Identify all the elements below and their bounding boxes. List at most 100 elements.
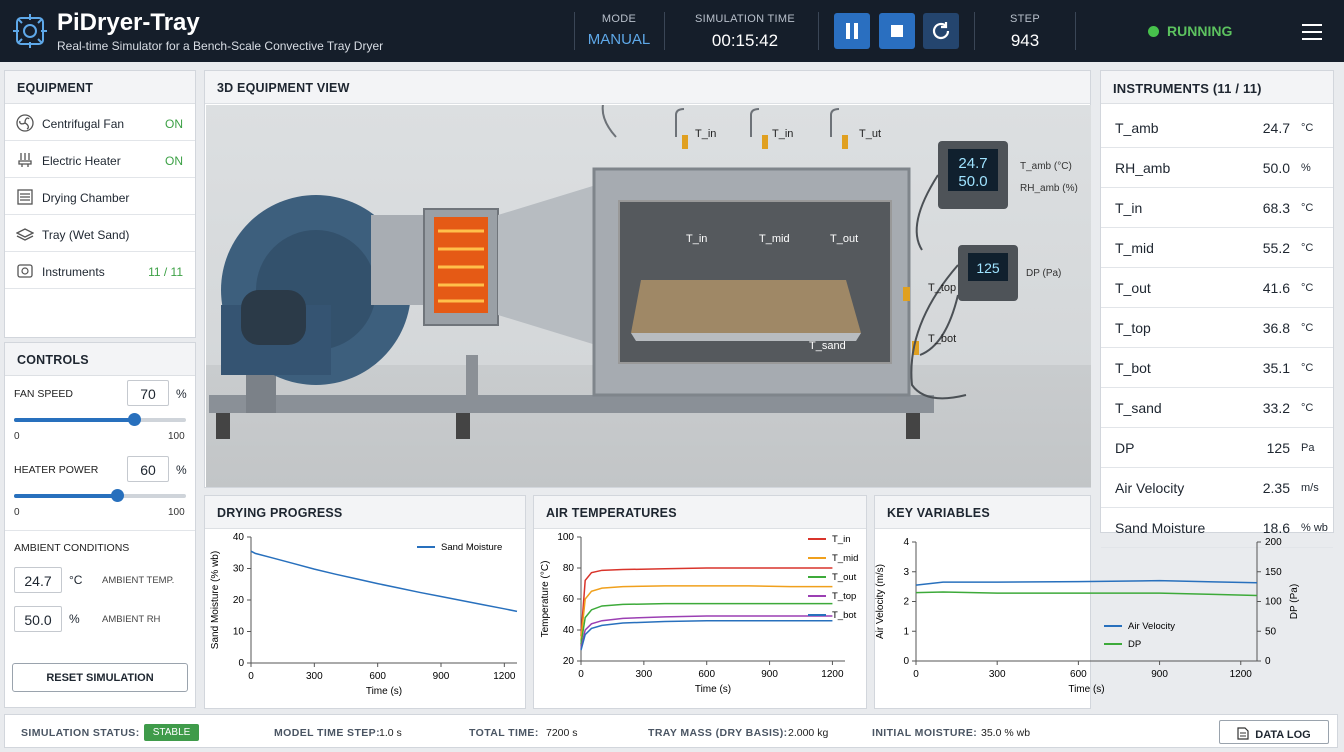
air-temperatures-title: AIR TEMPERATURES [534, 496, 866, 529]
svg-text:T_mid: T_mid [759, 233, 790, 245]
restart-button[interactable] [923, 13, 959, 49]
legend-label: T_top [832, 591, 856, 602]
display-top-value: 24.7 [958, 155, 987, 172]
x-tick-label: 900 [433, 671, 450, 682]
series-line-t-in [580, 567, 833, 637]
fan-speed-input[interactable]: 70 [127, 380, 169, 406]
instrument-unit: °C [1301, 202, 1314, 214]
x-axis-label: Time (s) [366, 686, 402, 697]
stop-icon [891, 25, 903, 37]
menu-button[interactable] [1302, 24, 1322, 40]
ambient-temp-input[interactable]: 24.7 [14, 567, 62, 593]
instrument-name: Air Velocity [1115, 480, 1185, 496]
fan-speed-slider[interactable] [14, 413, 186, 426]
controls-panel: CONTROLS FAN SPEED 70 % 0 100 HEATER POW… [4, 342, 196, 708]
y-axis-label: Air Velocity (m/s) [875, 564, 886, 639]
svg-text:RH_amb (%): RH_amb (%) [1020, 183, 1078, 194]
fan-speed-handle[interactable] [128, 413, 142, 426]
chamber-icon [17, 189, 33, 205]
app-title: PiDryer-Tray [57, 9, 200, 36]
equipment-view-title: 3D EQUIPMENT VIEW [205, 71, 1090, 104]
y2-tick-label: 100 [1265, 597, 1282, 608]
y-tick-label: 40 [563, 625, 575, 636]
y-tick-label: 20 [563, 656, 575, 667]
instrument-row: T_amb 24.7 °C [1101, 108, 1333, 148]
instrument-value: 35.1 [1262, 360, 1290, 376]
mode-indicator[interactable]: MODE MANUAL [580, 0, 658, 62]
y-tick-label: 40 [233, 532, 245, 543]
svg-text:DP (Pa): DP (Pa) [1026, 268, 1061, 279]
app-logo-icon [13, 14, 47, 48]
x-axis-label: Time (s) [1068, 684, 1104, 695]
heater-power-handle[interactable] [111, 489, 125, 502]
equipment-item-chamber[interactable]: Drying Chamber [5, 178, 195, 215]
instruments-icon [17, 264, 33, 278]
y-tick-label: 3 [903, 567, 909, 578]
legend-label: DP [1128, 639, 1141, 650]
simulation-time: SIMULATION TIME 00:15:42 [694, 13, 796, 50]
instruments-title: INSTRUMENTS (11 / 11) [1101, 71, 1333, 104]
x-tick-label: 600 [698, 669, 715, 680]
instrument-name: T_mid [1115, 240, 1154, 256]
legend-label: Sand Moisture [441, 542, 502, 553]
equipment-item-fan[interactable]: Centrifugal Fan ON [5, 104, 195, 141]
instrument-row: T_top 36.8 °C [1101, 308, 1333, 348]
pause-icon [846, 23, 858, 39]
instrument-row: T_in 68.3 °C [1101, 188, 1333, 228]
pause-button[interactable] [834, 13, 870, 49]
y2-tick-label: 50 [1265, 626, 1277, 637]
y-tick-label: 30 [233, 564, 245, 575]
legend-label: Air Velocity [1128, 621, 1175, 632]
instrument-name: T_out [1115, 280, 1151, 296]
svg-text:T_top: T_top [928, 282, 956, 294]
svg-text:T_in: T_in [686, 233, 707, 245]
heater-icon [18, 153, 32, 167]
series-line-sand-moisture [250, 550, 518, 613]
status-badge: STABLE [144, 724, 199, 741]
equipment-item-heater[interactable]: Electric Heater ON [5, 141, 195, 178]
instrument-value: 2.35 [1262, 480, 1290, 496]
instrument-value: 50.0 [1262, 160, 1290, 176]
svg-text:T_sand: T_sand [809, 340, 846, 352]
drying-progress-panel: DRYING PROGRESS 0 300 600 900 1200 0 10 20 30 40 T… [204, 495, 526, 709]
instrument-unit: °C [1301, 282, 1314, 294]
svg-text:T_bot: T_bot [928, 333, 956, 345]
y-tick-label: 0 [903, 656, 909, 667]
instrument-value: 33.2 [1262, 400, 1290, 416]
instrument-name: RH_amb [1115, 160, 1171, 176]
heater-power-input[interactable]: 60 [127, 456, 169, 482]
equipment-item-tray[interactable]: Tray (Wet Sand) [5, 215, 195, 252]
stop-button[interactable] [879, 13, 915, 49]
restart-icon [932, 22, 950, 40]
y-axis-label: Sand Moisture (% wb) [210, 551, 221, 649]
heater-power-slider[interactable] [14, 489, 186, 502]
air-temperatures-panel: AIR TEMPERATURES 0 300 600 900 1200 20 40 60 80 1… [533, 495, 867, 709]
tray-icon [16, 228, 34, 241]
heater-power-label: HEATER POWER [14, 464, 99, 476]
x-tick-label: 300 [989, 669, 1006, 680]
y-tick-label: 10 [233, 627, 245, 638]
reset-simulation-button[interactable]: RESET SIMULATION [12, 663, 188, 692]
ambient-rh-input[interactable]: 50.0 [14, 606, 62, 632]
instrument-name: T_sand [1115, 400, 1162, 416]
key-variables-chart: 0 300 600 900 1200 0 1 2 3 4 0 50 100 150 200 DP (Pa) Ti… [875, 537, 1300, 695]
equipment-panel: EQUIPMENT Centrifugal Fan ON Electric Hea… [4, 70, 196, 338]
y-tick-label: 1 [903, 626, 909, 637]
x-tick-label: 300 [306, 671, 323, 682]
instrument-unit: °C [1301, 322, 1314, 334]
fan-icon [16, 114, 34, 132]
instrument-row: T_sand 33.2 °C [1101, 388, 1333, 428]
series-line-t-bot [580, 619, 833, 651]
series-line-t-mid [580, 585, 833, 640]
data-log-button[interactable]: DATA LOG [1219, 720, 1329, 744]
instrument-row: T_bot 35.1 °C [1101, 348, 1333, 388]
drying-progress-title: DRYING PROGRESS [205, 496, 525, 529]
equipment-item-instruments[interactable]: Instruments 11 / 11 [5, 252, 195, 289]
instrument-row: T_out 41.6 °C [1101, 268, 1333, 308]
instrument-value: 41.6 [1262, 280, 1290, 296]
dryer-illustration: 24.7 50.0 T_amb (°C) RH_amb (%) 125 DP (… [209, 105, 1078, 439]
instrument-name: DP [1115, 440, 1135, 456]
instrument-unit: °C [1301, 122, 1314, 134]
document-icon [1237, 727, 1249, 740]
instrument-name: T_top [1115, 320, 1151, 336]
